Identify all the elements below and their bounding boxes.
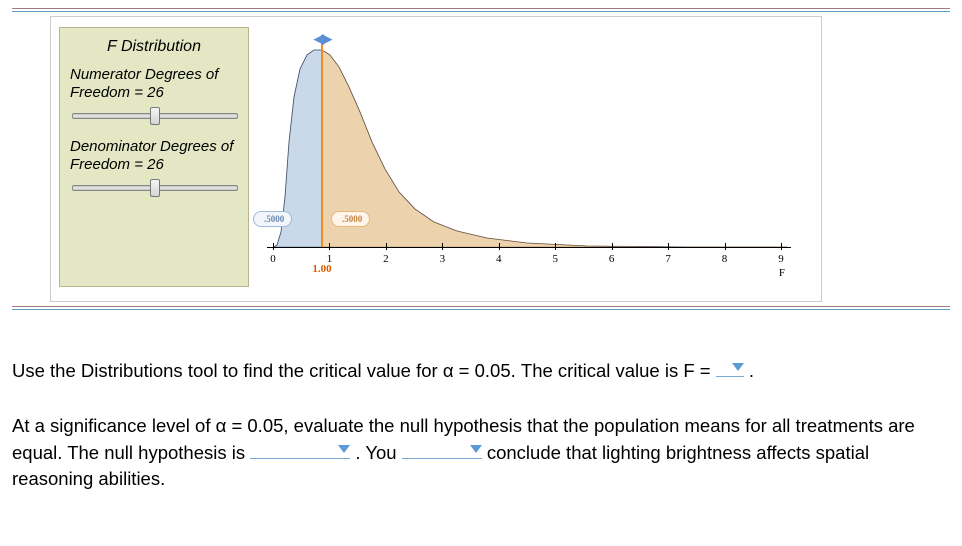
slider-thumb[interactable] [150,107,160,125]
axis-tick-label: 9 [778,253,784,265]
axis-tick-label: 1 [327,253,333,265]
question-block: Use the Distributions tool to find the c… [12,358,950,493]
distribution-tool: F Distribution Numerator Degrees of Free… [50,16,822,302]
slider-thumb[interactable] [150,179,160,197]
axis-tick [386,243,387,247]
bottom-rule [12,306,950,310]
null-hypothesis-dropdown[interactable] [250,441,350,459]
q1-text: Use the Distributions tool to find the c… [12,360,711,381]
denominator-df-slider[interactable] [70,180,240,196]
axis-tick-label: 4 [496,253,502,265]
control-panel: F Distribution Numerator Degrees of Free… [59,27,249,287]
axis-tick [329,243,330,247]
caret-down-icon [470,445,482,453]
x-axis [267,247,791,248]
left-area-badge: .5000 [253,211,292,227]
conclusion-dropdown[interactable] [402,441,482,459]
numerator-df-label: Numerator Degrees of Freedom = 26 [70,66,238,102]
axis-tick [668,243,669,247]
numerator-df-slider[interactable] [70,108,240,124]
axis-label: F [779,267,785,279]
axis-tick-label: 2 [383,253,389,265]
denominator-df-label: Denominator Degrees of Freedom = 26 [70,138,238,174]
q1-period: . [749,360,754,381]
right-area-badge: .5000 [331,211,370,227]
axis-tick [555,243,556,247]
critical-f-dropdown[interactable] [716,359,744,377]
top-rule [12,8,950,12]
axis-tick [499,243,500,247]
axis-tick-label: 6 [609,253,615,265]
axis-tick-label: 7 [665,253,671,265]
chart-area: ◀▶ 1.00 .5000 .5000 F 0123456789 [257,27,797,287]
drag-handle-icon[interactable]: ◀▶ [314,31,330,47]
axis-tick-label: 3 [440,253,446,265]
q2-text-b: . You [355,442,396,463]
axis-tick [612,243,613,247]
caret-down-icon [338,445,350,453]
tool-title: F Distribution [70,36,238,66]
axis-tick-label: 5 [552,253,558,265]
axis-tick [725,243,726,247]
caret-down-icon [732,363,744,371]
axis-tick [442,243,443,247]
critical-value-line[interactable] [321,35,323,247]
axis-tick [273,243,274,247]
axis-tick-label: 8 [722,253,728,265]
axis-tick [781,243,782,247]
axis-tick-label: 0 [270,253,276,265]
